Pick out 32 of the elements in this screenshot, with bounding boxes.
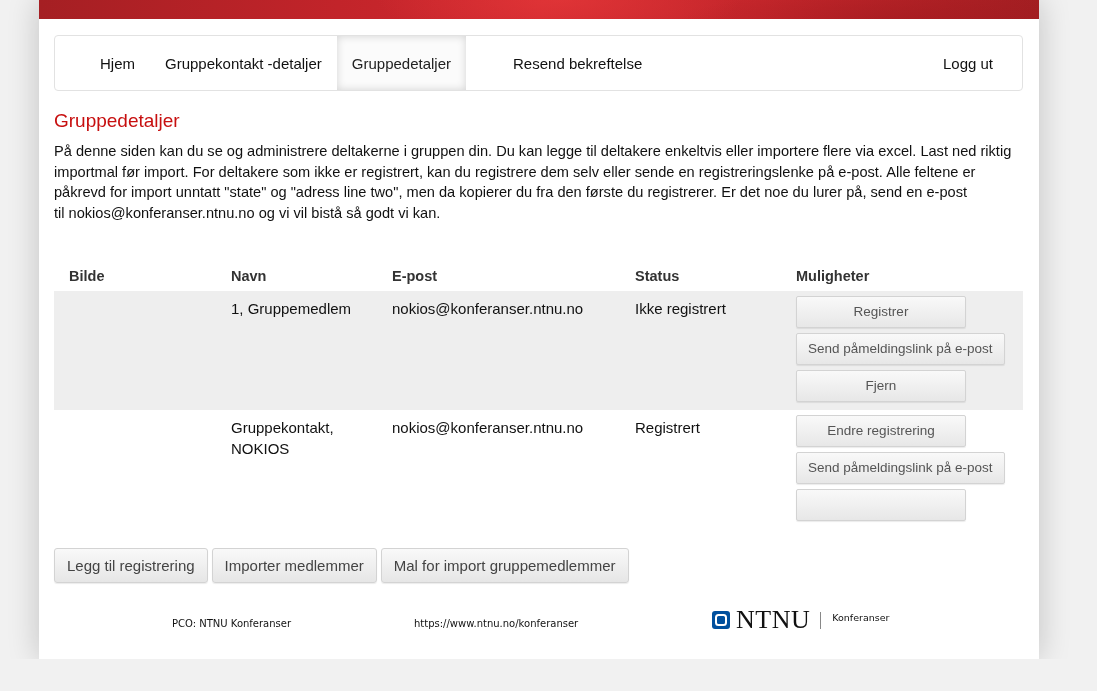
column-header: Status — [634, 266, 681, 286]
page-heading: Gruppedetaljer — [54, 110, 181, 132]
blank-button[interactable] — [796, 488, 966, 521]
column-header: Muligheter — [795, 266, 871, 286]
nav-tab[interactable]: Gruppekontakt -detaljer — [150, 36, 337, 90]
table-cell: nokios@konferanser.ntnu.no — [392, 299, 584, 317]
table-cell: Ikke registrert — [635, 299, 726, 317]
table-cell: nokios@konferanser.ntnu.no — [392, 418, 584, 436]
logout-link[interactable]: Logg ut — [927, 36, 1008, 90]
nav-tab[interactable]: Hjem — [85, 36, 150, 90]
intro-text: På denne siden kan du se og administrere deltakerne i gruppen din. Du kan legge til deltakere enkeltvis eller importere flere via excel. Last ned riktig importmal før import. For deltakere som ikke er registrert, kan du registrere dem selv eller sende en registreringslenke på e-post. Alle feltene er påkrevd for import unntatt "state" og "adress line two", men da kopierer du fra den første du registrerer. Er det noe du lurer på, send en e-post til nokios@konferanser.ntnu.no og vi vil bistå så godt vi kan. — [54, 142, 1013, 224]
option-button[interactable]: Send påmeldingslink på e-post — [796, 332, 1005, 365]
logo-icon — [712, 611, 730, 630]
option-button[interactable]: Send påmeldingslink på e-post — [796, 451, 1005, 484]
footer-text: PCO: NTNU Konferanser — [172, 617, 293, 629]
action-button[interactable]: Mal for import gruppemedlemmer — [380, 547, 629, 583]
action-button[interactable]: Importer medlemmer — [211, 547, 377, 583]
table-cell: Gruppekontakt, NOKIOS — [231, 418, 334, 457]
nav-tab[interactable]: Resend bekreftelse — [498, 36, 658, 90]
logo-wordmark: NTNU — [736, 605, 811, 636]
column-header: Bilde — [68, 266, 106, 286]
option-button[interactable]: Fjern — [796, 369, 966, 402]
footer-link[interactable]: https://www.ntnu.no/konferanser — [414, 617, 712, 629]
option-button[interactable]: Endre registrering — [796, 414, 966, 447]
column-header: E-post — [391, 266, 439, 286]
column-header: Navn — [230, 266, 268, 286]
logo-subtitle: Konferanser — [832, 611, 890, 623]
action-button[interactable]: Legg til registrering — [54, 547, 208, 583]
table-cell: Registrert — [635, 418, 701, 436]
option-button[interactable]: Registrer — [796, 295, 966, 328]
table-cell: 1, Gruppemedlem — [231, 299, 352, 317]
nav-tab[interactable]: Gruppedetaljer — [336, 36, 466, 90]
